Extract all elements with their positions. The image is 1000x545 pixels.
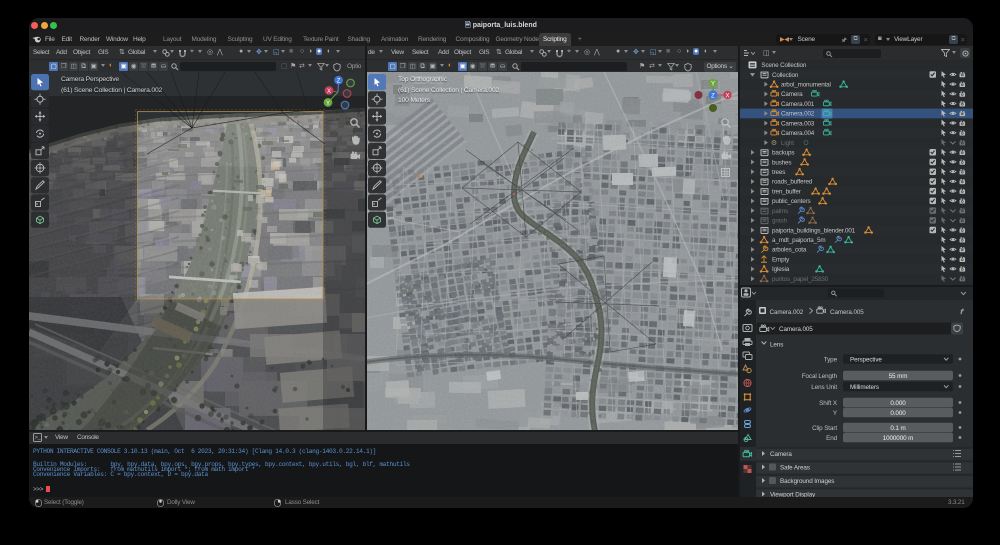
svg-text:X: X	[725, 93, 729, 99]
svg-text:Light: Light	[781, 140, 794, 147]
svg-text:Shift X: Shift X	[819, 400, 838, 407]
svg-text:puntos_papel_25830: puntos_papel_25830	[772, 276, 829, 283]
svg-text:Lens: Lens	[770, 342, 783, 349]
svg-text:Camera.004: Camera.004	[781, 130, 815, 137]
svg-text:Z: Z	[711, 93, 715, 99]
svg-text:Camera: Camera	[781, 91, 803, 98]
svg-text:Camera.005: Camera.005	[779, 326, 813, 333]
svg-text:End: End	[826, 435, 838, 442]
svg-text:Scene Collection: Scene Collection	[761, 62, 807, 69]
svg-text:Millimeters: Millimeters	[850, 384, 879, 391]
svg-text:paiporta_buildings_blender.001: paiporta_buildings_blender.001	[772, 227, 856, 234]
svg-text:tren_buffer: tren_buffer	[772, 188, 801, 195]
svg-text:Lens Unit: Lens Unit	[811, 384, 837, 391]
svg-text:backups: backups	[772, 150, 794, 157]
svg-text:Type: Type	[824, 356, 838, 363]
svg-text:grash: grash	[772, 218, 788, 225]
svg-text:Iglesia: Iglesia	[772, 266, 790, 273]
svg-text:palms: palms	[772, 208, 788, 215]
svg-text:0.000: 0.000	[890, 410, 906, 417]
svg-text:arboles_cota: arboles_cota	[772, 247, 807, 254]
svg-text:trees: trees	[772, 169, 785, 176]
svg-text:Perspective: Perspective	[850, 356, 882, 363]
svg-text:Y: Y	[326, 101, 330, 107]
svg-text:Clip Start: Clip Start	[812, 425, 837, 432]
svg-text:1000000 m: 1000000 m	[883, 435, 914, 442]
svg-text:0.000: 0.000	[890, 400, 906, 407]
svg-text:Focal Length: Focal Length	[802, 373, 838, 380]
svg-text:a_mdt_paiporta_5m: a_mdt_paiporta_5m	[772, 237, 825, 244]
svg-text:0.1 m: 0.1 m	[890, 425, 905, 432]
svg-text:Safe Areas: Safe Areas	[780, 464, 810, 471]
svg-text:X: X	[327, 89, 331, 95]
svg-text:Camera: Camera	[770, 451, 792, 458]
svg-text:Y: Y	[711, 81, 715, 87]
svg-text:Camera.001: Camera.001	[781, 101, 815, 108]
svg-text:public_centers: public_centers	[772, 198, 811, 205]
svg-text:Camera.002: Camera.002	[781, 111, 815, 118]
svg-text:Camera.002: Camera.002	[770, 309, 804, 316]
svg-text:Camera.003: Camera.003	[781, 120, 815, 127]
svg-text:roads_buffered: roads_buffered	[772, 179, 813, 186]
svg-text:55 mm: 55 mm	[889, 373, 908, 380]
svg-text:Background Images: Background Images	[780, 478, 834, 485]
svg-text:arbol_monumental: arbol_monumental	[781, 82, 831, 89]
svg-text:bushes: bushes	[772, 159, 791, 166]
svg-text:Camera.005: Camera.005	[830, 309, 864, 316]
svg-text:Z: Z	[337, 79, 341, 85]
svg-text:Empty: Empty	[772, 257, 790, 264]
svg-text:Collection: Collection	[772, 72, 799, 79]
